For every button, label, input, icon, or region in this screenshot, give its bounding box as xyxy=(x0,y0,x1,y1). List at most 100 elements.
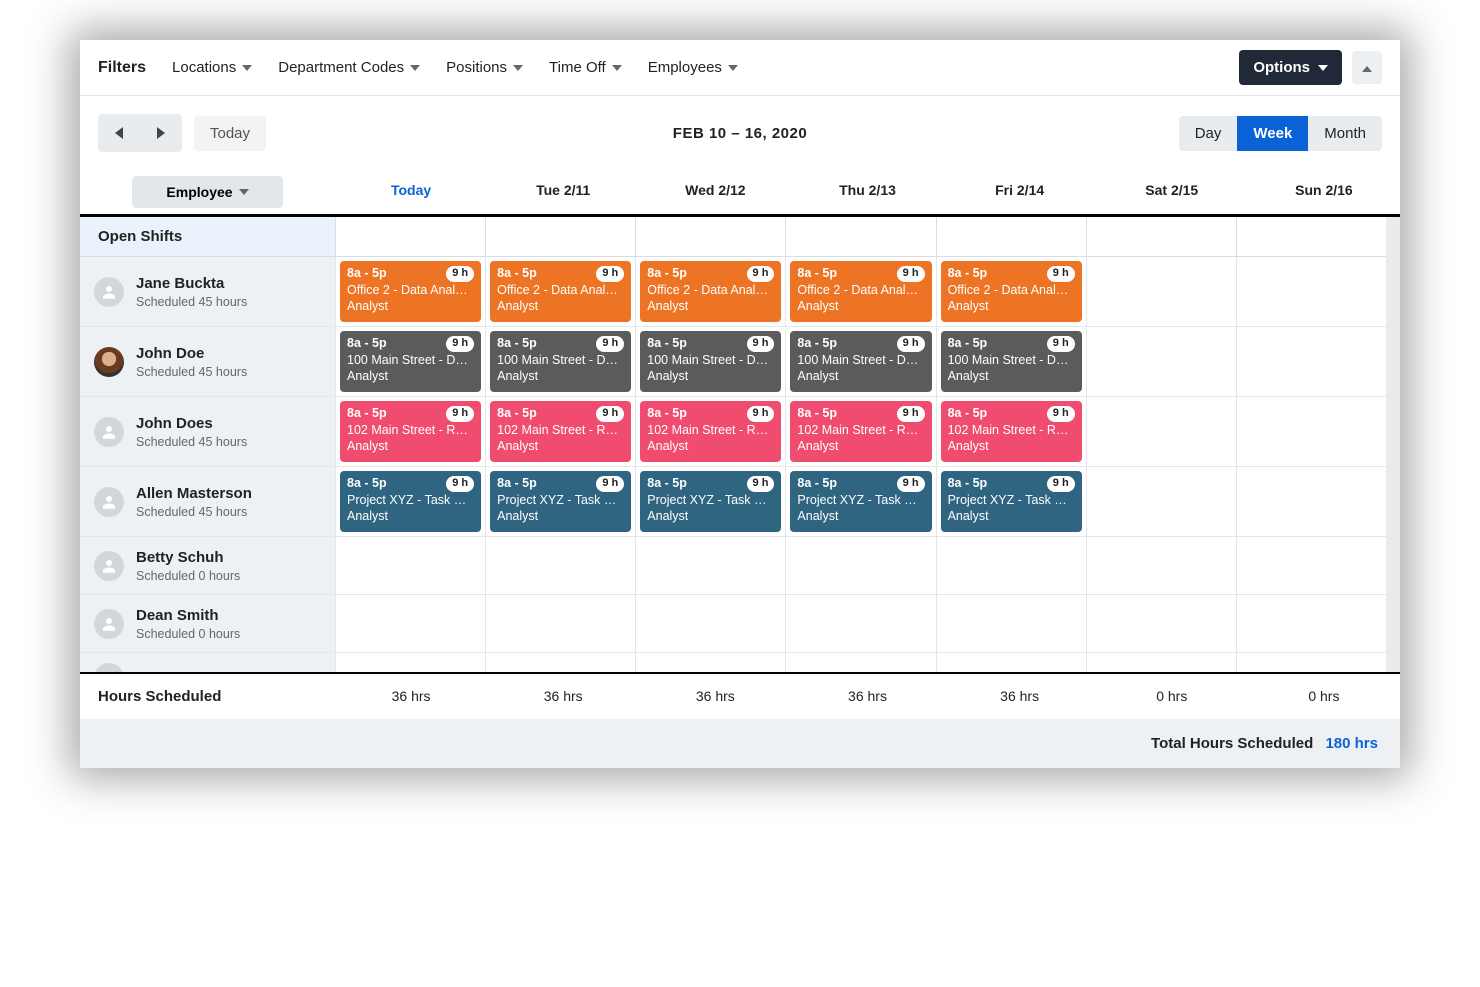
schedule-body[interactable]: Open Shifts Jane BucktaScheduled 45 hour… xyxy=(80,217,1400,672)
scrollbar-down-icon[interactable] xyxy=(1386,661,1400,669)
scrollbar-thumb[interactable] xyxy=(1386,217,1400,447)
shift-block[interactable]: 8a - 5p9 h102 Main Street - R…Analyst xyxy=(490,401,631,462)
schedule-cell[interactable] xyxy=(335,653,485,672)
schedule-cell[interactable]: 8a - 5p9 h100 Main Street - D…Analyst xyxy=(485,327,635,396)
schedule-cell[interactable]: 8a - 5p9 h100 Main Street - D…Analyst xyxy=(936,327,1086,396)
schedule-cell[interactable] xyxy=(785,595,935,652)
shift-block[interactable]: 8a - 5p9 hProject XYZ - Task …Analyst xyxy=(340,471,481,532)
employee-cell[interactable]: John DoesScheduled 45 hours xyxy=(80,397,335,466)
schedule-cell[interactable] xyxy=(1086,257,1236,326)
schedule-cell[interactable]: 8a - 5p9 hOffice 2 - Data Anal…Analyst xyxy=(485,257,635,326)
shift-block[interactable]: 8a - 5p9 hProject XYZ - Task …Analyst xyxy=(640,471,781,532)
schedule-cell[interactable] xyxy=(1086,595,1236,652)
schedule-cell[interactable]: 8a - 5p9 h100 Main Street - D…Analyst xyxy=(335,327,485,396)
schedule-cell[interactable]: 8a - 5p9 hProject XYZ - Task …Analyst xyxy=(785,467,935,536)
today-button[interactable]: Today xyxy=(194,116,266,151)
collapse-button[interactable] xyxy=(1352,51,1382,84)
shift-block[interactable]: 8a - 5p9 h102 Main Street - R…Analyst xyxy=(941,401,1082,462)
shift-block[interactable]: 8a - 5p9 h100 Main Street - D…Analyst xyxy=(490,331,631,392)
filter-department-codes[interactable]: Department Codes xyxy=(278,59,420,76)
shift-block[interactable]: 8a - 5p9 h100 Main Street - D…Analyst xyxy=(941,331,1082,392)
schedule-cell[interactable] xyxy=(1236,257,1386,326)
schedule-cell[interactable] xyxy=(936,653,1086,672)
shift-block[interactable]: 8a - 5p9 hOffice 2 - Data Anal…Analyst xyxy=(340,261,481,322)
view-day-button[interactable]: Day xyxy=(1179,116,1238,151)
day-header[interactable]: Sat 2/15 xyxy=(1096,170,1248,214)
schedule-cell[interactable]: 8a - 5p9 hProject XYZ - Task …Analyst xyxy=(936,467,1086,536)
filter-locations[interactable]: Locations xyxy=(172,59,252,76)
schedule-cell[interactable]: 8a - 5p9 hOffice 2 - Data Anal…Analyst xyxy=(785,257,935,326)
schedule-cell[interactable]: 8a - 5p9 hProject XYZ - Task …Analyst xyxy=(485,467,635,536)
day-header[interactable]: Tue 2/11 xyxy=(487,170,639,214)
schedule-cell[interactable]: 8a - 5p9 h100 Main Street - D…Analyst xyxy=(785,327,935,396)
schedule-cell[interactable] xyxy=(785,537,935,594)
schedule-cell[interactable]: 8a - 5p9 hOffice 2 - Data Anal…Analyst xyxy=(335,257,485,326)
shift-block[interactable]: 8a - 5p9 hOffice 2 - Data Anal…Analyst xyxy=(941,261,1082,322)
schedule-cell[interactable] xyxy=(1236,397,1386,466)
view-week-button[interactable]: Week xyxy=(1237,116,1308,151)
schedule-cell[interactable] xyxy=(1086,537,1236,594)
shift-block[interactable]: 8a - 5p9 h102 Main Street - R…Analyst xyxy=(640,401,781,462)
schedule-cell[interactable] xyxy=(635,595,785,652)
schedule-cell[interactable] xyxy=(1086,653,1236,672)
employee-cell[interactable]: Jane BucktaScheduled 45 hours xyxy=(80,257,335,326)
shift-block[interactable]: 8a - 5p9 h100 Main Street - D…Analyst xyxy=(790,331,931,392)
shift-block[interactable]: 8a - 5p9 h100 Main Street - D…Analyst xyxy=(640,331,781,392)
schedule-cell[interactable] xyxy=(1236,327,1386,396)
next-week-button[interactable] xyxy=(140,114,182,152)
shift-block[interactable]: 8a - 5p9 hProject XYZ - Task …Analyst xyxy=(490,471,631,532)
schedule-cell[interactable] xyxy=(1236,595,1386,652)
filter-employees[interactable]: Employees xyxy=(648,59,738,76)
employee-cell[interactable]: Betty SchuhScheduled 0 hours xyxy=(80,537,335,594)
schedule-cell[interactable] xyxy=(1236,537,1386,594)
schedule-cell[interactable] xyxy=(1086,467,1236,536)
shift-block[interactable]: 8a - 5p9 h100 Main Street - D…Analyst xyxy=(340,331,481,392)
schedule-cell[interactable]: 8a - 5p9 h100 Main Street - D…Analyst xyxy=(635,327,785,396)
schedule-cell[interactable] xyxy=(1086,327,1236,396)
shift-block[interactable]: 8a - 5p9 hOffice 2 - Data Anal…Analyst xyxy=(790,261,931,322)
schedule-cell[interactable] xyxy=(635,537,785,594)
day-header[interactable]: Today xyxy=(335,170,487,214)
schedule-cell[interactable]: 8a - 5p9 hOffice 2 - Data Anal…Analyst xyxy=(635,257,785,326)
schedule-cell[interactable]: 8a - 5p9 h102 Main Street - R…Analyst xyxy=(785,397,935,466)
prev-week-button[interactable] xyxy=(98,114,140,152)
options-button[interactable]: Options xyxy=(1239,50,1342,85)
schedule-cell[interactable]: 8a - 5p9 hProject XYZ - Task …Analyst xyxy=(635,467,785,536)
employee-cell[interactable]: Allen MastersonScheduled 45 hours xyxy=(80,467,335,536)
day-header[interactable]: Fri 2/14 xyxy=(944,170,1096,214)
employee-cell[interactable]: Dean SmithScheduled 0 hours xyxy=(80,595,335,652)
schedule-cell[interactable] xyxy=(1086,397,1236,466)
schedule-cell[interactable] xyxy=(335,595,485,652)
day-header[interactable]: Thu 2/13 xyxy=(791,170,943,214)
schedule-cell[interactable] xyxy=(335,537,485,594)
schedule-cell[interactable]: 8a - 5p9 h102 Main Street - R…Analyst xyxy=(485,397,635,466)
shift-block[interactable]: 8a - 5p9 hProject XYZ - Task …Analyst xyxy=(941,471,1082,532)
schedule-cell[interactable] xyxy=(785,653,935,672)
schedule-cell[interactable]: 8a - 5p9 h102 Main Street - R…Analyst xyxy=(936,397,1086,466)
schedule-cell[interactable]: 8a - 5p9 hProject XYZ - Task …Analyst xyxy=(335,467,485,536)
schedule-cell[interactable] xyxy=(936,537,1086,594)
filter-positions[interactable]: Positions xyxy=(446,59,523,76)
employee-cell[interactable]: John DoeScheduled 45 hours xyxy=(80,327,335,396)
shift-block[interactable]: 8a - 5p9 h102 Main Street - R…Analyst xyxy=(340,401,481,462)
schedule-cell[interactable] xyxy=(1236,653,1386,672)
schedule-cell[interactable] xyxy=(1236,467,1386,536)
employee-cell[interactable]: John Smith xyxy=(80,653,335,672)
schedule-cell[interactable] xyxy=(485,537,635,594)
shift-block[interactable]: 8a - 5p9 hProject XYZ - Task …Analyst xyxy=(790,471,931,532)
schedule-cell[interactable]: 8a - 5p9 hOffice 2 - Data Anal…Analyst xyxy=(936,257,1086,326)
shift-block[interactable]: 8a - 5p9 hOffice 2 - Data Anal…Analyst xyxy=(490,261,631,322)
shift-block[interactable]: 8a - 5p9 h102 Main Street - R…Analyst xyxy=(790,401,931,462)
filter-time-off[interactable]: Time Off xyxy=(549,59,622,76)
schedule-cell[interactable] xyxy=(936,595,1086,652)
schedule-cell[interactable] xyxy=(485,653,635,672)
schedule-cell[interactable]: 8a - 5p9 h102 Main Street - R…Analyst xyxy=(335,397,485,466)
schedule-cell[interactable] xyxy=(635,653,785,672)
schedule-cell[interactable] xyxy=(485,595,635,652)
day-header[interactable]: Wed 2/12 xyxy=(639,170,791,214)
view-month-button[interactable]: Month xyxy=(1308,116,1382,151)
shift-block[interactable]: 8a - 5p9 hOffice 2 - Data Anal…Analyst xyxy=(640,261,781,322)
schedule-cell[interactable]: 8a - 5p9 h102 Main Street - R…Analyst xyxy=(635,397,785,466)
day-header[interactable]: Sun 2/16 xyxy=(1248,170,1400,214)
employee-dropdown[interactable]: Employee xyxy=(132,176,282,208)
